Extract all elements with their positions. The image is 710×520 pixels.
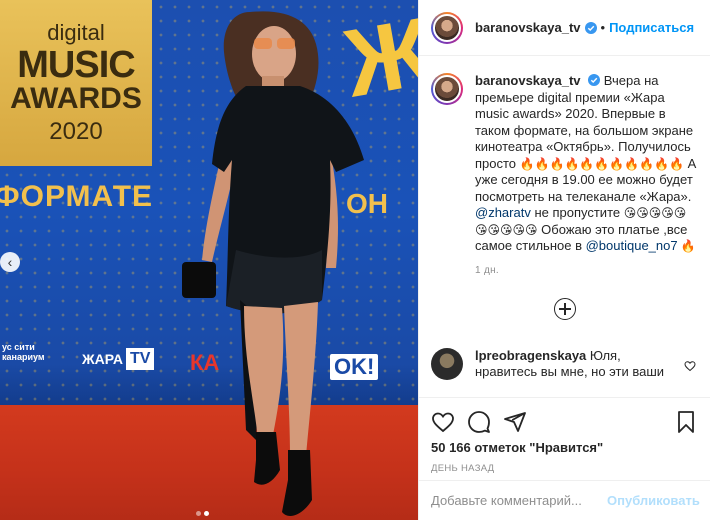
caption-username[interactable]: baranovskaya_tv	[475, 73, 581, 88]
carousel-indicator	[196, 511, 209, 516]
like-heart-icon[interactable]	[431, 410, 455, 434]
post-side-panel: baranovskaya_tv • Подписаться baranovska…	[418, 0, 710, 520]
header-separator: •	[600, 20, 606, 35]
comment-text: lpreobragenskaya Юля, нравитесь вы мне, …	[475, 348, 685, 381]
likes-count[interactable]: 50 166 отметок "Нравится"	[419, 440, 710, 455]
caption-body-3: не пропустите	[530, 205, 624, 220]
mention-boutique-link[interactable]: @boutique_no7	[586, 238, 678, 253]
caption-time: 1 дн.	[475, 264, 499, 276]
add-comment-bar: Опубликовать	[419, 480, 710, 520]
instagram-post: digital MUSIC AWARDS 2020 ФОРМАТЕ Ж В ОН…	[0, 0, 710, 520]
comment-item: lpreobragenskaya Юля, нравитесь вы мне, …	[431, 347, 698, 381]
post-caption: baranovskaya_tv Вчера на премьере digita…	[431, 73, 698, 255]
post-header: baranovskaya_tv • Подписаться	[419, 0, 710, 56]
post-photo[interactable]: digital MUSIC AWARDS 2020 ФОРМАТЕ Ж В ОН…	[0, 0, 418, 520]
post-actions: 50 166 отметок "Нравится" ДЕНЬ НАЗАД Опу…	[419, 397, 710, 520]
comments-area[interactable]: baranovskaya_tv Вчера на премьере digita…	[419, 57, 710, 397]
caption-text: baranovskaya_tv Вчера на премьере digita…	[475, 73, 698, 255]
comment-bubble-icon[interactable]	[467, 410, 491, 434]
post-date: ДЕНЬ НАЗАД	[431, 463, 495, 474]
carousel-dot	[196, 511, 201, 516]
author-avatar[interactable]	[431, 11, 463, 44]
caption-avatar[interactable]	[431, 73, 463, 105]
comment-input[interactable]	[431, 493, 607, 508]
save-bookmark-icon[interactable]	[674, 410, 698, 434]
verified-badge-icon	[588, 74, 601, 86]
mention-zharatv-link[interactable]: @zharatv	[475, 205, 531, 220]
author-username[interactable]: baranovskaya_tv	[475, 20, 581, 35]
load-more-comments-icon[interactable]	[553, 297, 576, 320]
caption-body-5: 🔥	[677, 239, 696, 253]
carousel-dot-active	[204, 511, 209, 516]
publish-button[interactable]: Опубликовать	[607, 493, 700, 508]
commenter-username[interactable]: lpreobragenskaya	[475, 348, 586, 363]
action-icons-row	[419, 398, 710, 438]
carousel-prev-button[interactable]: ‹	[0, 252, 20, 272]
woman-in-black-dress	[182, 11, 364, 516]
comment-like-heart-icon[interactable]	[684, 360, 696, 372]
follow-button[interactable]: Подписаться	[609, 20, 694, 35]
share-paper-plane-icon[interactable]	[503, 410, 527, 434]
commenter-avatar[interactable]	[431, 347, 463, 380]
verified-badge-icon	[584, 21, 597, 34]
fire-emojis: 🔥🔥🔥🔥🔥🔥🔥🔥🔥🔥🔥	[519, 156, 685, 171]
